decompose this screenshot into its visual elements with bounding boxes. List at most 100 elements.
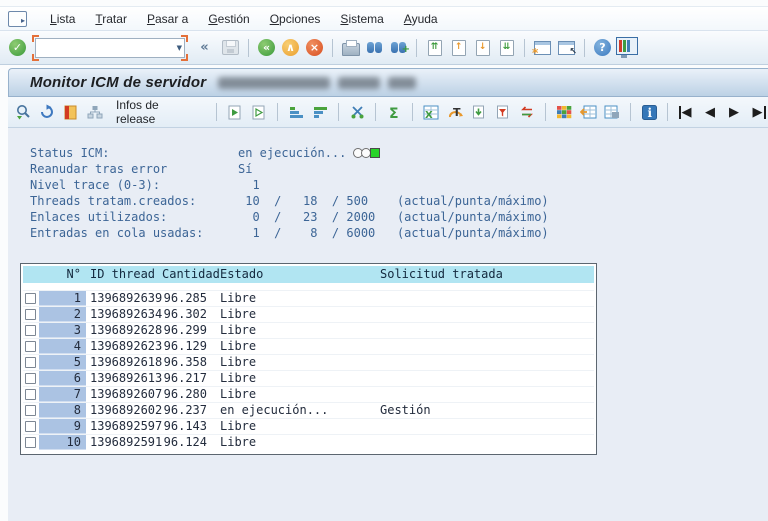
- alv-grid-button[interactable]: [554, 100, 574, 124]
- svg-text:T: T: [453, 106, 461, 119]
- previous-page-button[interactable]: ↑: [448, 36, 469, 60]
- menu-item[interactable]: Pasar a: [138, 9, 197, 29]
- table-row[interactable]: 5 1396892618 96.358 Libre: [23, 354, 594, 370]
- local-file-button[interactable]: [469, 100, 489, 124]
- cell-cantidad: 96.280: [162, 387, 210, 402]
- set-filter-button[interactable]: [347, 100, 367, 124]
- status-value: Sí: [238, 161, 252, 177]
- table-row[interactable]: 3 1396892628 96.299 Libre: [23, 322, 594, 338]
- menu-item[interactable]: Lista: [41, 9, 84, 29]
- thread-table: N° ID thread Cantidad Estado Solicitud t…: [20, 263, 597, 455]
- word-processing-icon: T: [448, 105, 463, 120]
- abc-analysis-button[interactable]: [517, 100, 537, 124]
- cell-row-number[interactable]: 2: [39, 307, 86, 322]
- table-row[interactable]: 10 1396892591 96.124 Libre: [23, 434, 594, 450]
- cell-row-number[interactable]: 8: [39, 403, 86, 418]
- row-checkbox[interactable]: [25, 373, 36, 384]
- row-checkbox[interactable]: [25, 309, 36, 320]
- collapse-command-icon[interactable]: «: [192, 36, 217, 60]
- toolbar-separator: [545, 103, 546, 121]
- status-value: 10 / 18 / 500 (actual/punta/máximo): [238, 193, 549, 209]
- system-menu-icon[interactable]: ▸: [8, 11, 27, 27]
- table-row[interactable]: 1 1396892639 96.285 Libre: [23, 290, 594, 306]
- row-checkbox[interactable]: [25, 421, 36, 432]
- save-button[interactable]: [220, 36, 241, 60]
- cell-row-number[interactable]: 1: [39, 291, 86, 306]
- excel-view-button[interactable]: X: [421, 100, 441, 124]
- back-icon: «: [258, 39, 275, 56]
- cell-row-number[interactable]: 4: [39, 339, 86, 354]
- select-layout-button[interactable]: [578, 100, 598, 124]
- menu-item[interactable]: Opciones: [261, 9, 330, 29]
- grid-select-icon: [580, 105, 597, 119]
- word-processing-button[interactable]: T: [445, 100, 465, 124]
- table-row[interactable]: 2 1396892634 96.302 Libre: [23, 306, 594, 322]
- info-button[interactable]: i: [639, 100, 659, 124]
- cell-row-number[interactable]: 10: [39, 435, 86, 450]
- row-checkbox[interactable]: [25, 325, 36, 336]
- sort-ascending-button[interactable]: [286, 100, 306, 124]
- row-checkbox[interactable]: [25, 293, 36, 304]
- services-tree-button[interactable]: [85, 100, 105, 124]
- refresh-display-button[interactable]: [13, 100, 33, 124]
- menu-item[interactable]: Tratar: [86, 9, 136, 29]
- exit-button[interactable]: ∧: [280, 36, 301, 60]
- refresh-button[interactable]: [37, 100, 57, 124]
- next-column-button[interactable]: ▶: [724, 100, 744, 124]
- total-button[interactable]: Σ: [384, 100, 404, 124]
- cell-row-number[interactable]: 5: [39, 355, 86, 370]
- help-button[interactable]: ?: [592, 36, 613, 60]
- customize-layout-button[interactable]: [616, 36, 638, 60]
- create-shortcut-button[interactable]: ↖: [556, 36, 577, 60]
- last-column-button[interactable]: ▶: [748, 100, 768, 124]
- toolbar-separator: [667, 103, 668, 121]
- save-layout-button[interactable]: [602, 100, 622, 124]
- last-page-button[interactable]: ⇊: [496, 36, 517, 60]
- first-column-button[interactable]: ◀: [676, 100, 696, 124]
- back-button[interactable]: «: [256, 36, 277, 60]
- cell-row-number[interactable]: 6: [39, 371, 86, 386]
- table-row[interactable]: 7 1396892607 96.280 Libre: [23, 386, 594, 402]
- find-next-button[interactable]: +: [388, 36, 409, 60]
- cell-row-number[interactable]: 7: [39, 387, 86, 402]
- row-checkbox[interactable]: [25, 437, 36, 448]
- row-checkbox[interactable]: [25, 405, 36, 416]
- table-row[interactable]: 6 1396892613 96.217 Libre: [23, 370, 594, 386]
- cell-row-number[interactable]: 3: [39, 323, 86, 338]
- release-info-button[interactable]: Infos de release: [109, 95, 208, 129]
- table-row[interactable]: 9 1396892597 96.143 Libre: [23, 418, 594, 434]
- info-icon: i: [642, 105, 657, 120]
- table-row[interactable]: 8 1396892602 96.237 en ejecución... Gest…: [23, 402, 594, 418]
- row-checkbox[interactable]: [25, 357, 36, 368]
- grid-save-icon: [604, 105, 620, 119]
- next-page-button[interactable]: ↓: [472, 36, 493, 60]
- nav-first-icon: ◀: [679, 106, 694, 119]
- menu-item[interactable]: Ayuda: [395, 9, 447, 29]
- enter-button[interactable]: ✓: [7, 36, 28, 60]
- cell-thread-id: 1396892597: [86, 419, 162, 434]
- trace-file-button[interactable]: [61, 100, 81, 124]
- command-field[interactable]: [35, 38, 185, 58]
- row-checkbox[interactable]: [25, 341, 36, 352]
- nav-next-icon: ▶: [727, 106, 741, 119]
- find-button[interactable]: [364, 36, 385, 60]
- cancel-button[interactable]: ×: [304, 36, 325, 60]
- previous-column-button[interactable]: ◀: [700, 100, 720, 124]
- new-session-button[interactable]: *: [532, 36, 553, 60]
- print-button[interactable]: [340, 36, 361, 60]
- menu-item[interactable]: Gestión: [199, 9, 258, 29]
- cell-row-number[interactable]: 9: [39, 419, 86, 434]
- menu-item[interactable]: Sistema: [331, 9, 392, 29]
- mail-recipient-button[interactable]: [493, 100, 513, 124]
- choose-detail-button[interactable]: [225, 100, 245, 124]
- row-checkbox[interactable]: [25, 389, 36, 400]
- column-header-cantidad: Cantidad: [162, 267, 210, 282]
- first-page-button[interactable]: ⇈: [424, 36, 445, 60]
- status-value: 0 / 23 / 2000 (actual/punta/máximo): [238, 209, 549, 225]
- cell-thread-id: 1396892639: [86, 291, 162, 306]
- sort-ascending-icon: [289, 105, 304, 119]
- table-row[interactable]: 4 1396892623 96.129 Libre: [23, 338, 594, 354]
- toolbar-separator: [277, 103, 278, 121]
- display-detail-button[interactable]: [249, 100, 269, 124]
- sort-descending-button[interactable]: [310, 100, 330, 124]
